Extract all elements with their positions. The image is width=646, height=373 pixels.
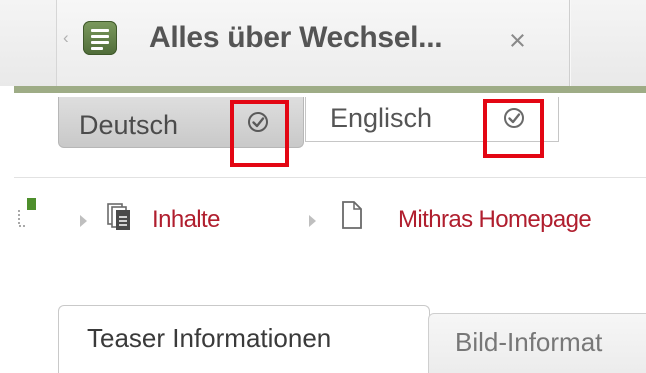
tab-accent-strip <box>14 86 646 93</box>
language-tab-label: Englisch <box>330 103 433 133</box>
folder-pages-icon <box>107 203 130 230</box>
tree-root-icon <box>18 198 36 227</box>
close-icon[interactable]: × <box>509 27 526 56</box>
highlight-box-englisch-status <box>483 99 544 158</box>
tab-scroll-left-icon[interactable]: ‹ <box>63 28 69 48</box>
breadcrumb-item-inhalte[interactable]: Inhalte <box>152 206 220 234</box>
tab-bild-informationen[interactable]: Bild-Informat <box>428 313 646 373</box>
document-tab[interactable]: ‹ Alles über Wechsel... × <box>56 0 570 88</box>
document-tab-title: Alles über Wechsel... <box>149 21 443 54</box>
divider <box>14 177 646 178</box>
language-tab-label: Deutsch <box>79 110 179 140</box>
page-icon <box>342 201 362 229</box>
tab-teaser-informationen[interactable]: Teaser Informationen <box>58 305 430 373</box>
breadcrumb: Inhalte Mithras Homepage <box>0 190 646 250</box>
breadcrumb-item-mithras-homepage[interactable]: Mithras Homepage <box>398 206 592 234</box>
document-list-icon <box>83 21 117 55</box>
breadcrumb-separator-icon <box>309 215 316 227</box>
tab-label: Teaser Informationen <box>87 323 332 353</box>
editor-tab-bar: ‹ Alles über Wechsel... × <box>0 0 646 88</box>
breadcrumb-separator-icon <box>80 215 87 227</box>
tab-label: Bild-Informat <box>455 327 603 357</box>
highlight-box-deutsch-status <box>230 100 289 167</box>
language-tab-row: Deutsch Englisch <box>0 93 646 179</box>
